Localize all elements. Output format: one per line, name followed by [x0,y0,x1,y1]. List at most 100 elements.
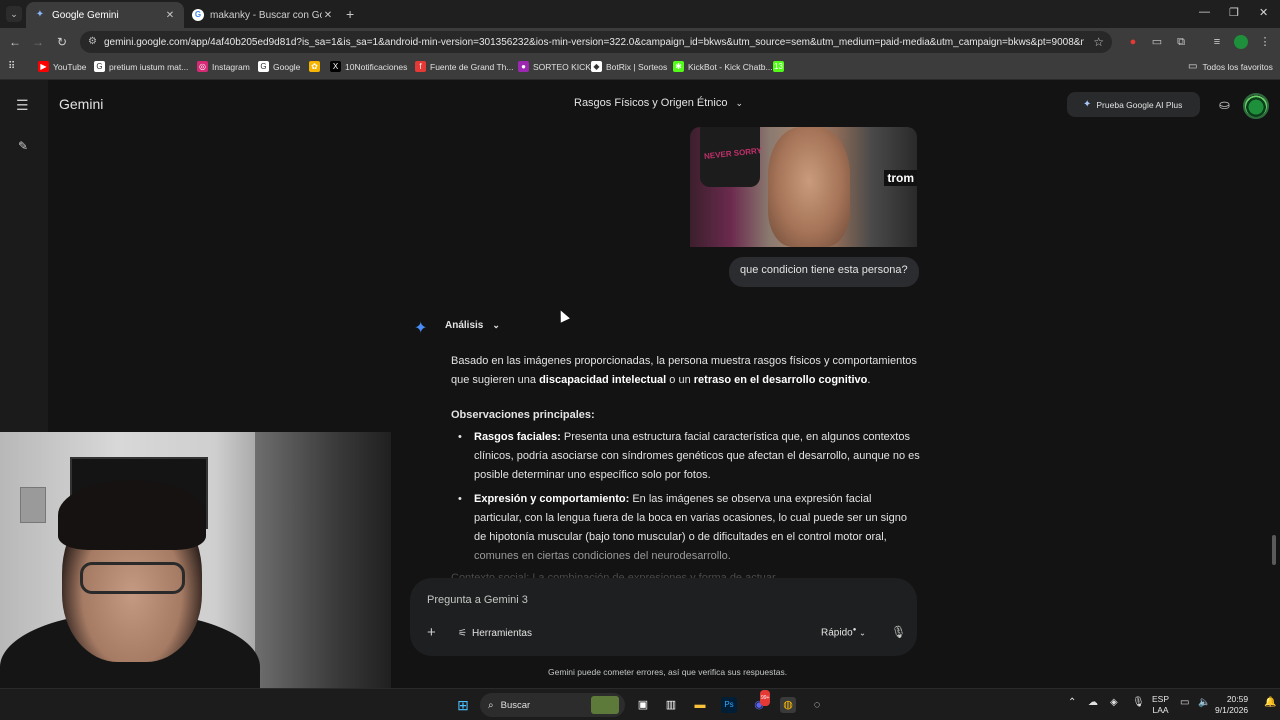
tray-app-icon[interactable]: ◈ [1110,697,1118,708]
try-ai-plus-label: Prueba Google AI Plus [1096,99,1183,110]
reading-list-icon[interactable]: ≡ [1210,35,1224,49]
microphone-tray-icon[interactable]: 🎙 [1132,697,1145,708]
list-item: Rasgos faciales: Presenta una estructura… [458,428,921,485]
volume-icon[interactable]: 🔈 [1198,697,1210,708]
tab-google-gemini[interactable]: ✦ Google Gemini ✕ [26,2,184,28]
task-view-icon[interactable]: ▣ [635,697,651,713]
bookmark-label: YouTube [53,61,87,72]
tab-search-dropdown-icon[interactable]: ⌄ [6,6,22,22]
bookmark-label: SORTEO KICK [533,61,591,72]
conversation-title[interactable]: Rasgos Físicos y Origen Étnico ⌄ [574,97,743,109]
language-indicator[interactable]: ESP LAA [1152,694,1169,716]
browser-toolbar: ← → ↻ ⚙ gemini.google.com/app/4af40b205e… [0,28,1280,56]
tools-label: Herramientas [471,628,532,639]
streamer-glasses [80,562,185,594]
list-item: Expresión y comportamiento: En las imáge… [458,490,921,566]
discord-icon[interactable]: ◉ 99+ [751,690,771,713]
apps-grid-icon[interactable]: ⠿ [8,61,15,72]
bookmark-item[interactable]: G Google [258,61,300,72]
bookmark-item[interactable]: X 10Notificaciones [330,61,407,72]
bookmark-item[interactable]: ◎ Instagram [197,61,250,72]
menu-kebab-icon[interactable]: ⋮ [1258,35,1272,49]
bookmark-item[interactable]: Gpretium iustum mat... [94,61,188,72]
windows-start-icon[interactable]: ⊞ [455,697,471,713]
network-icon[interactable]: ▭ [1180,697,1189,708]
scrollbar-thumb[interactable] [1272,535,1276,565]
chevron-down-icon: ⌄ [735,98,743,108]
close-tab-icon[interactable]: ✕ [164,10,176,21]
streamer-hair [58,480,206,550]
prompt-composer[interactable]: Pregunta a Gemini 3 + ⚟ Herramientas Rápi… [410,578,917,656]
mode-selector[interactable]: Rápido● ⌄ [821,627,866,638]
background-door [255,432,391,720]
close-window-icon[interactable]: ✕ [1259,6,1268,19]
bookmark-favicon-icon: ◆ [591,61,602,72]
extension-card-icon[interactable]: ▭ [1150,35,1164,49]
address-bar[interactable]: ⚙ gemini.google.com/app/4af40b205ed9d81d… [80,31,1112,53]
extension-red-icon[interactable]: ● [1126,35,1140,49]
new-tab-icon[interactable]: + [346,6,354,22]
bookmark-item[interactable]: ✱ KickBot - Kick Chatb... [673,61,773,72]
language-code: ESP [1152,694,1170,704]
disclaimer: Gemini puede cometer errores, así que ve… [548,667,788,677]
tools-button[interactable]: ⚟ Herramientas [458,628,532,639]
bookmark-item[interactable]: ▶ YouTube [38,61,86,72]
bookmark-item[interactable]: 13 [773,61,788,72]
bookmark-item[interactable]: ◆ BotRix | Sorteos [591,61,667,72]
analysis-label: Análisis [445,320,484,331]
add-attachment-icon[interactable]: + [427,624,436,641]
bookmark-favicon-icon: G [258,61,269,72]
bookmark-favicon-icon: ● [518,61,529,72]
new-chat-icon[interactable]: ✎ [18,139,28,153]
account-avatar[interactable] [1243,93,1269,119]
back-icon[interactable]: ← [8,35,22,49]
bookmark-item[interactable]: ✿ [309,61,324,72]
tab-google-search[interactable]: G makanky - Buscar con Google ✕ [184,2,342,28]
bookmark-star-icon[interactable]: ☆ [1093,35,1104,49]
try-ai-plus-button[interactable]: ✦ Prueba Google AI Plus [1067,92,1200,117]
photoshop-icon[interactable]: Ps [721,697,737,713]
bookmark-item[interactable]: f Fuente de Grand Th... [415,61,513,72]
prompt-input[interactable]: Pregunta a Gemini 3 [427,594,528,606]
chevron-down-icon: ⌄ [859,628,866,638]
tray-overflow-icon[interactable]: ⌃ [1068,697,1076,708]
chrome-icon[interactable]: ◍ [780,697,796,713]
profile-avatar-icon[interactable] [1234,35,1248,49]
close-tab-icon[interactable]: ✕ [322,10,334,21]
app-icon[interactable]: ▥ [663,697,679,713]
bookmark-item[interactable]: ● SORTEO KICK [518,61,591,72]
bullet-title: Expresión y comportamiento: [474,493,630,505]
all-favorites-folder[interactable]: ▭ Todos los favoritos [1188,61,1273,72]
gemini-spark-icon: ✦ [414,320,428,337]
bullet-text-faded: comunes en ciertas condiciones del neuro… [474,550,731,562]
wall-fixture [20,487,46,523]
tray-app-icon[interactable]: ☁ [1088,697,1098,708]
hamburger-menu-icon[interactable]: ☰ [16,97,29,114]
notification-bell-icon[interactable]: 🔔 [1264,697,1276,708]
minimize-icon[interactable]: — [1199,6,1210,18]
gift-icon[interactable]: ⛀ [1219,97,1230,113]
taskbar-search[interactable]: ⌕ Buscar [480,693,625,717]
observations-list: Rasgos faciales: Presenta una estructura… [458,428,921,566]
bookmark-favicon-icon: ✿ [309,61,320,72]
bookmark-favicon-icon: ◎ [197,61,208,72]
uploaded-image[interactable]: NEVER SORRY trom [690,127,917,247]
user-message: que condicion tiene esta persona? [729,257,919,287]
reload-icon[interactable]: ↻ [55,35,69,49]
folder-icon: ▭ [1188,61,1198,72]
browser-tab-strip: ⌄ ✦ Google Gemini ✕ G makanky - Buscar c… [0,0,1280,28]
site-info-icon[interactable]: ⚙ [88,36,97,47]
restore-icon[interactable]: ❐ [1229,6,1239,19]
extensions-puzzle-icon[interactable]: ⧉ [1174,35,1188,49]
system-clock[interactable]: 20:59 9/1/2026 [1215,694,1248,716]
all-favorites-label: Todos los favoritos [1202,61,1273,72]
file-explorer-icon[interactable]: ▬ [692,697,708,713]
bookmark-label: Google [273,61,301,72]
microphone-icon[interactable]: 🎙 [891,625,906,639]
forward-icon[interactable]: → [31,35,45,49]
conversation-title-text: Rasgos Físicos y Origen Étnico [574,97,728,109]
model-response: Basado en las imágenes proporcionadas, l… [451,352,921,571]
gemini-brand[interactable]: Gemini [59,96,103,112]
analysis-toggle[interactable]: Análisis ⌄ [445,320,500,331]
app-icon[interactable]: ◌ [809,697,825,713]
